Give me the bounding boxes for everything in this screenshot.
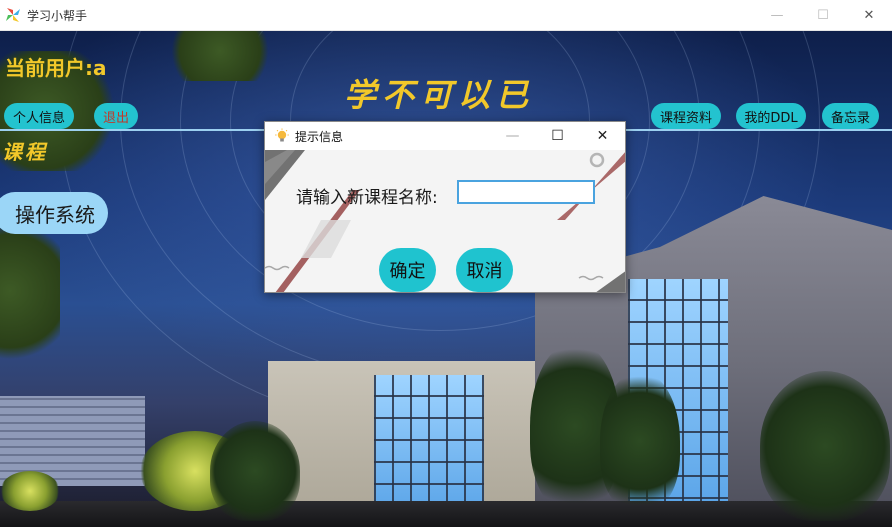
- window-grid: [374, 375, 484, 515]
- app-pinwheel-icon: [5, 7, 21, 23]
- course-name-label: 请输入新课程名称:: [296, 188, 438, 208]
- lightbulb-icon: [274, 128, 290, 144]
- profile-button[interactable]: 个人信息: [4, 103, 74, 129]
- window-title: 学习小帮手: [27, 8, 88, 23]
- memo-button[interactable]: 备忘录: [822, 103, 879, 129]
- dark-tree: [600, 371, 680, 511]
- dialog-close-button[interactable]: ✕: [580, 122, 625, 150]
- tree-foliage: [160, 31, 280, 81]
- my-ddl-button[interactable]: 我的DDL: [736, 103, 806, 129]
- course-item-os[interactable]: 操作系统: [0, 192, 108, 234]
- ground: [0, 501, 892, 527]
- window-controls: — ☐ ✕: [754, 0, 892, 31]
- main-titlebar: 学习小帮手 — ☐ ✕: [0, 0, 892, 31]
- course-name-input[interactable]: [457, 180, 595, 204]
- dialog-title: 提示信息: [295, 129, 344, 144]
- confirm-button[interactable]: 确定: [379, 248, 436, 292]
- current-user-label: 当前用户:a: [5, 56, 107, 80]
- new-course-dialog: 提示信息 — ☐ ✕ 请输入新课程名称: 确定 取消: [264, 121, 626, 293]
- slogan-title: 学不可以已: [344, 76, 535, 114]
- lit-tree: [0, 471, 60, 511]
- close-button[interactable]: ✕: [846, 0, 892, 31]
- dark-tree: [210, 421, 300, 521]
- dialog-background-decoration: [265, 150, 625, 292]
- course-heading: 课程: [2, 140, 48, 164]
- dialog-maximize-button[interactable]: ☐: [535, 122, 580, 150]
- dialog-minimize-button[interactable]: —: [490, 122, 535, 150]
- tree-foliage: [0, 211, 60, 371]
- dialog-body: 请输入新课程名称: 确定 取消: [265, 150, 625, 292]
- dialog-window-controls: — ☐ ✕: [490, 122, 625, 150]
- dark-tree: [760, 371, 890, 521]
- maximize-button[interactable]: ☐: [800, 0, 846, 31]
- logout-button[interactable]: 退出: [94, 103, 138, 129]
- cancel-button[interactable]: 取消: [456, 248, 513, 292]
- dialog-titlebar: 提示信息 — ☐ ✕: [265, 122, 625, 150]
- course-materials-button[interactable]: 课程资料: [651, 103, 721, 129]
- minimize-button[interactable]: —: [754, 0, 800, 31]
